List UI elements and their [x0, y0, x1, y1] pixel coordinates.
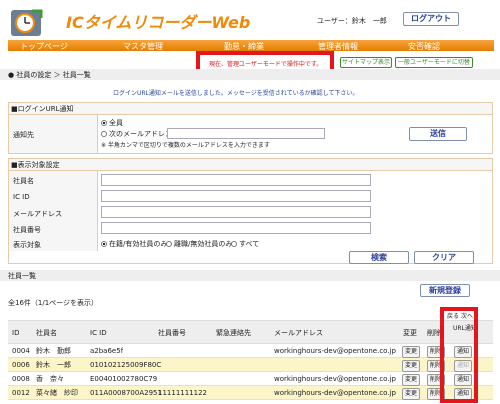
- breadcrumb-bar: ● 社員の設定 ＞ 社員一覧: [0, 69, 500, 80]
- change-button[interactable]: 変更: [402, 374, 420, 386]
- table-row: 0008 香 奈々 E00401002780C79 workinghours-d…: [8, 372, 493, 386]
- highlight-box-notify-column: [440, 307, 478, 403]
- col-mail: メールアドレス: [274, 329, 323, 337]
- login-section-heading: ■ログインURL通知: [11, 105, 74, 113]
- new-register-button[interactable]: 新規登録: [420, 284, 470, 297]
- filter-section: ■表示対象設定 社員名 IC ID メールアドレス 社員番号 表示対象 在籍/有…: [8, 158, 493, 264]
- info-message: ログインURL通知メールを送信しました。メッセージを受信されているか確認して下さ…: [113, 90, 359, 97]
- change-button[interactable]: 変更: [402, 388, 420, 400]
- logout-button[interactable]: ログアウト: [403, 12, 459, 26]
- list-heading-bar: 社員一覧: [0, 270, 500, 281]
- display-target-label: 表示対象: [13, 241, 41, 249]
- radio-inactive[interactable]: 離職/無効社員のみ: [166, 239, 232, 249]
- radio-all-emp[interactable]: すべて: [231, 239, 259, 249]
- col-delete: 削除: [427, 329, 441, 337]
- nav-bar: トップページ マスタ管理 勤怠・締業 管理者情報 安否確認: [8, 40, 494, 51]
- list-heading: 社員一覧: [8, 272, 36, 280]
- nav-item-safety[interactable]: 安否確認: [408, 41, 440, 52]
- breadcrumb: ● 社員の設定 ＞ 社員一覧: [8, 71, 91, 79]
- col-id: ID: [12, 329, 20, 337]
- address-input[interactable]: [167, 128, 325, 139]
- search-button[interactable]: 検索: [349, 251, 409, 264]
- change-button[interactable]: 変更: [402, 360, 420, 372]
- all-input-area: [154, 117, 324, 126]
- nav-item-top[interactable]: トップページ: [20, 41, 68, 52]
- radio-inactive-icon: [166, 241, 172, 247]
- radio-all-emp-icon: [231, 241, 237, 247]
- col-icid: IC ID: [90, 329, 107, 337]
- field-label-name: 社員名: [13, 177, 34, 185]
- radio-all[interactable]: 全員: [101, 118, 123, 128]
- address-note: ※ 半角カンマで区切りで複数のメールアドレスを入力できます: [101, 142, 270, 149]
- field-label-mail: メールアドレス: [13, 210, 62, 218]
- icid-input[interactable]: [101, 190, 371, 202]
- mail-input[interactable]: [101, 206, 371, 218]
- filter-section-heading: ■表示対象設定: [11, 161, 60, 169]
- col-number: 社員番号: [158, 329, 186, 337]
- radio-active[interactable]: 在籍/有効社員のみ: [101, 239, 167, 249]
- app-title: ICタイムリコーダーWeb: [66, 13, 251, 32]
- col-name: 社員名: [36, 329, 57, 337]
- general-mode-button[interactable]: 一般ユーザーモードに切替: [395, 57, 473, 68]
- table-row: 0004 鈴木 勤郎 a2ba6e5f workinghours-dev@ope…: [8, 344, 493, 358]
- col-change: 変更: [403, 329, 417, 337]
- table-row: 0012 菜々緒 紗印 011A0008700A2951 11111111122…: [8, 386, 493, 400]
- radio-active-icon: [101, 241, 107, 247]
- user-label: ユーザー：鈴木 一郎: [317, 17, 387, 25]
- radio-all-icon: [101, 120, 107, 126]
- change-button[interactable]: 変更: [402, 346, 420, 358]
- notify-target-label: 通知先: [13, 131, 34, 139]
- col-emergency: 緊急連絡先: [216, 329, 251, 337]
- table-header: ID 社員名 IC ID 社員番号 緊急連絡先 メールアドレス 変更 削除 UR…: [8, 320, 493, 344]
- number-input[interactable]: [101, 222, 371, 234]
- send-button[interactable]: 送信: [409, 127, 467, 141]
- clear-button[interactable]: クリア: [414, 251, 474, 264]
- list-count: 全16件（1/1ページを表示）: [8, 299, 99, 307]
- login-url-section: ■ログインURL通知 通知先 全員 次のメールアドレス ※ 半角カンマで区切りで…: [8, 102, 493, 154]
- radio-address-icon: [101, 131, 107, 137]
- field-label-icid: IC ID: [13, 193, 30, 201]
- sitemap-button[interactable]: サイトマップ表示: [340, 57, 392, 68]
- table-row: 0006 鈴木 一郎 010102125009F80C 変更 削除 通知: [8, 358, 493, 372]
- radio-address[interactable]: 次のメールアドレス: [101, 129, 172, 139]
- nav-item-master[interactable]: マスタ管理: [123, 41, 163, 52]
- field-label-number: 社員番号: [13, 226, 41, 234]
- app-logo-icon: [8, 6, 44, 38]
- name-input[interactable]: [101, 174, 371, 186]
